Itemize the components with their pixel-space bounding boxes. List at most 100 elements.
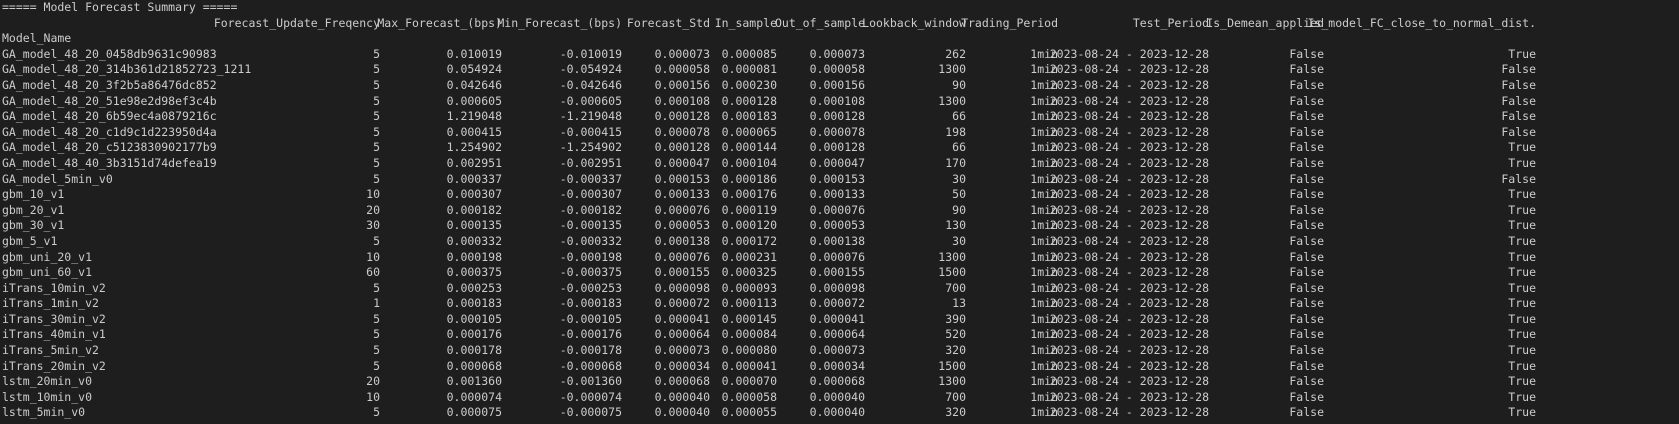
cell-test-period: 2023-08-24 - 2023-12-28 <box>1049 311 1209 326</box>
terminal-output[interactable]: ===== Model Forecast Summary ===== Forec… <box>0 0 1679 424</box>
cell-is-normal-dist: True <box>1508 296 1536 311</box>
cell-max-forecast: 0.000307 <box>446 187 502 202</box>
cell-forecast-std: 0.000058 <box>654 62 710 77</box>
cell-in-sample: 0.000070 <box>721 374 777 389</box>
cell-max-forecast: 0.000176 <box>446 327 502 342</box>
cell-out-of-sample: 0.000073 <box>809 46 865 61</box>
cell-is-demean: False <box>1289 124 1324 139</box>
cell-freq: 5 <box>373 46 380 61</box>
cell-is-demean: False <box>1289 62 1324 77</box>
cell-test-period: 2023-08-24 - 2023-12-28 <box>1049 249 1209 264</box>
cell-max-forecast: 0.054924 <box>446 62 502 77</box>
cell-out-of-sample: 0.000053 <box>809 218 865 233</box>
cell-in-sample: 0.000065 <box>721 124 777 139</box>
cell-max-forecast: 0.000198 <box>446 249 502 264</box>
cell-lookback-window: 1500 <box>938 265 966 280</box>
table-row: GA_model_48_20_6b59ec4a0879216c 5 1.219048… <box>2 109 1679 125</box>
cell-is-normal-dist: True <box>1508 389 1536 404</box>
cell-is-normal-dist: True <box>1508 327 1536 342</box>
cell-max-forecast: 1.254902 <box>446 140 502 155</box>
cell-min-forecast: -0.000074 <box>559 389 622 404</box>
cell-freq: 5 <box>373 109 380 124</box>
model-name-cell: iTrans_30min_v2 <box>2 311 106 326</box>
cell-lookback-window: 50 <box>952 187 966 202</box>
model-name-cell: iTrans_1min_v2 <box>2 296 99 311</box>
cell-is-demean: False <box>1289 77 1324 92</box>
cell-forecast-std: 0.000072 <box>654 296 710 311</box>
cell-min-forecast: -0.000068 <box>559 358 622 373</box>
cell-out-of-sample: 0.000108 <box>809 93 865 108</box>
cell-min-forecast: -0.000183 <box>559 296 622 311</box>
cell-lookback-window: 90 <box>952 77 966 92</box>
cell-in-sample: 0.000084 <box>721 327 777 342</box>
cell-lookback-window: 520 <box>945 327 966 342</box>
cell-out-of-sample: 0.000156 <box>809 77 865 92</box>
cell-is-demean: False <box>1289 343 1324 358</box>
cell-is-normal-dist: True <box>1508 233 1536 248</box>
cell-forecast-std: 0.000053 <box>654 218 710 233</box>
cell-min-forecast: -0.001360 <box>559 374 622 389</box>
model-name-cell: iTrans_40min_v1 <box>2 327 106 342</box>
model-name-cell: GA_model_5min_v0 <box>2 171 113 186</box>
column-header-in-sample: In_sample <box>714 15 777 30</box>
cell-test-period: 2023-08-24 - 2023-12-28 <box>1049 233 1209 248</box>
model-name-cell: lstm_10min_v0 <box>2 389 93 404</box>
cell-min-forecast: -0.010019 <box>559 46 622 61</box>
table-row: iTrans_1min_v2 1 0.000183 -0.000183 0.000072… <box>2 296 1679 312</box>
cell-out-of-sample: 0.000078 <box>809 124 865 139</box>
cell-test-period: 2023-08-24 - 2023-12-28 <box>1049 358 1209 373</box>
table-row: iTrans_40min_v1 5 0.000176 -0.000176 0.00006… <box>2 327 1679 343</box>
cell-test-period: 2023-08-24 - 2023-12-28 <box>1049 280 1209 295</box>
cell-min-forecast: -0.000198 <box>559 249 622 264</box>
cell-freq: 5 <box>373 77 380 92</box>
cell-test-period: 2023-08-24 - 2023-12-28 <box>1049 218 1209 233</box>
cell-max-forecast: 0.000105 <box>446 311 502 326</box>
cell-out-of-sample: 0.000040 <box>809 389 865 404</box>
cell-out-of-sample: 0.000098 <box>809 280 865 295</box>
cell-lookback-window: 130 <box>945 218 966 233</box>
column-header-freq: Forecast_Update_Freqency <box>213 15 380 30</box>
cell-min-forecast: -0.000307 <box>559 187 622 202</box>
cell-min-forecast: -0.002951 <box>559 155 622 170</box>
cell-max-forecast: 0.000135 <box>446 218 502 233</box>
cell-is-demean: False <box>1289 140 1324 155</box>
table-row: gbm_10_v1 10 0.000307 -0.000307 0.000133 0.00… <box>2 187 1679 203</box>
cell-forecast-std: 0.000034 <box>654 358 710 373</box>
column-header-row: Forecast_Update_Freqency Max_Forecast_(bp… <box>2 16 1679 32</box>
cell-in-sample: 0.000172 <box>721 233 777 248</box>
cell-is-normal-dist: True <box>1508 311 1536 326</box>
cell-forecast-std: 0.000138 <box>654 233 710 248</box>
cell-freq: 5 <box>373 358 380 373</box>
cell-lookback-window: 1500 <box>938 358 966 373</box>
cell-min-forecast: -0.000337 <box>559 171 622 186</box>
model-name-cell: gbm_5_v1 <box>2 233 58 248</box>
cell-freq: 1 <box>373 296 380 311</box>
cell-test-period: 2023-08-24 - 2023-12-28 <box>1049 140 1209 155</box>
cell-freq: 5 <box>373 155 380 170</box>
cell-out-of-sample: 0.000076 <box>809 202 865 217</box>
index-label: Model_Name <box>2 31 72 46</box>
cell-in-sample: 0.000176 <box>721 187 777 202</box>
cell-freq: 20 <box>366 374 380 389</box>
cell-forecast-std: 0.000076 <box>654 249 710 264</box>
cell-is-demean: False <box>1289 187 1324 202</box>
model-name-cell: gbm_20_v1 <box>2 202 65 217</box>
cell-min-forecast: -0.000176 <box>559 327 622 342</box>
cell-max-forecast: 0.000182 <box>446 202 502 217</box>
cell-max-forecast: 0.042646 <box>446 77 502 92</box>
model-name-cell: gbm_uni_20_v1 <box>2 249 93 264</box>
cell-test-period: 2023-08-24 - 2023-12-28 <box>1049 389 1209 404</box>
cell-out-of-sample: 0.000128 <box>809 140 865 155</box>
cell-out-of-sample: 0.000047 <box>809 155 865 170</box>
model-name-cell: gbm_10_v1 <box>2 187 65 202</box>
cell-freq: 5 <box>373 327 380 342</box>
cell-forecast-std: 0.000156 <box>654 77 710 92</box>
cell-min-forecast: -0.000253 <box>559 280 622 295</box>
cell-is-demean: False <box>1289 311 1324 326</box>
model-name-cell: gbm_30_v1 <box>2 218 65 233</box>
cell-freq: 60 <box>366 265 380 280</box>
cell-forecast-std: 0.000155 <box>654 265 710 280</box>
cell-forecast-std: 0.000133 <box>654 187 710 202</box>
cell-max-forecast: 0.000178 <box>446 343 502 358</box>
cell-max-forecast: 0.000605 <box>446 93 502 108</box>
